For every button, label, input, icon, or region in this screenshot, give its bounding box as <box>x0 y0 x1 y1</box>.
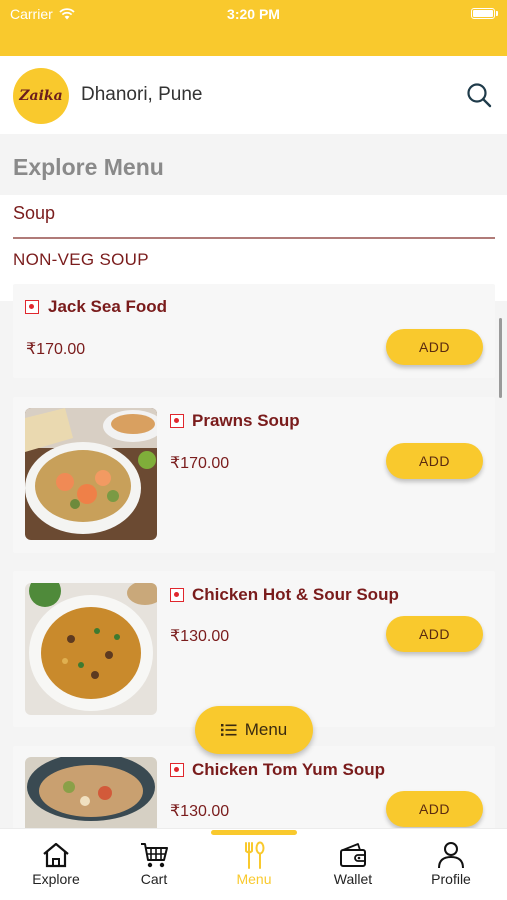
logo-text: Zaika <box>19 88 63 104</box>
status-time: 3:20 PM <box>227 6 280 22</box>
tab-label: Profile <box>431 871 471 887</box>
search-icon <box>467 83 492 108</box>
menu-fab-button[interactable]: Menu <box>195 706 313 754</box>
tab-label: Wallet <box>333 871 373 887</box>
menu-item-card: Chicken Tom Yum Soup ₹130.00 ADD <box>13 746 495 828</box>
item-price: ₹170.00 <box>26 341 86 358</box>
active-tab-indicator <box>211 830 297 835</box>
tab-wallet[interactable]: Wallet <box>313 841 393 887</box>
item-price: ₹130.00 <box>170 628 230 645</box>
add-button[interactable]: ADD <box>386 329 483 365</box>
scrollbar[interactable] <box>499 318 502 398</box>
tab-label: Menu <box>236 871 272 887</box>
fork-spoon-icon <box>245 841 265 869</box>
non-veg-mark-icon <box>170 763 184 777</box>
item-name: Prawns Soup <box>192 411 300 430</box>
status-bar: Carrier 3:20 PM <box>0 0 507 56</box>
non-veg-mark-icon <box>170 414 184 428</box>
non-veg-mark-icon <box>170 588 184 602</box>
menu-item-card: Chicken Hot & Sour Soup ₹130.00 ADD <box>13 571 495 727</box>
hot-sour-soup-photo <box>25 583 157 715</box>
search-button[interactable] <box>465 81 493 109</box>
category-selector[interactable]: Soup <box>13 203 495 239</box>
item-name: Jack Sea Food <box>48 297 168 316</box>
tab-menu[interactable]: Menu <box>214 841 294 887</box>
add-button[interactable]: ADD <box>386 443 483 479</box>
tab-profile[interactable]: Profile <box>411 841 491 887</box>
add-button[interactable]: ADD <box>386 791 483 827</box>
item-name: Chicken Hot & Sour Soup <box>192 585 399 604</box>
item-image[interactable] <box>25 408 157 540</box>
page-title: Explore Menu <box>13 154 164 180</box>
non-veg-mark-icon <box>25 300 39 314</box>
item-name: Chicken Tom Yum Soup <box>192 760 386 779</box>
tab-explore[interactable]: Explore <box>16 841 96 887</box>
menu-item-card: Prawns Soup ₹170.00 ADD <box>13 397 495 553</box>
item-image[interactable] <box>25 757 157 828</box>
tab-cart[interactable]: Cart <box>114 841 194 887</box>
prawns-soup-photo <box>25 408 157 540</box>
brand-logo: Zaika <box>13 68 69 124</box>
location-label[interactable]: Dhanori, Pune <box>81 84 202 106</box>
wallet-icon <box>340 843 366 867</box>
tab-label: Cart <box>140 871 168 887</box>
item-price: ₹130.00 <box>170 803 230 820</box>
menu-item-card: Jack Sea Food ₹170.00 ADD <box>13 284 495 378</box>
section-title: NON-VEG SOUP <box>13 250 149 269</box>
app-header: Zaika Dhanori, Pune <box>0 56 507 134</box>
tom-yum-soup-photo <box>25 757 157 828</box>
tab-label: Explore <box>32 871 80 887</box>
category-label: Soup <box>13 203 56 223</box>
bottom-tab-bar: Explore Cart Menu Wallet Profile <box>0 828 507 900</box>
item-price: ₹170.00 <box>170 455 230 472</box>
item-image[interactable] <box>25 583 157 715</box>
user-icon <box>438 842 464 869</box>
menu-fab-label: Menu <box>244 720 288 739</box>
cart-icon <box>141 843 168 868</box>
home-icon <box>43 842 69 868</box>
list-icon <box>220 724 237 736</box>
battery-icon <box>471 8 498 19</box>
add-button[interactable]: ADD <box>386 616 483 652</box>
